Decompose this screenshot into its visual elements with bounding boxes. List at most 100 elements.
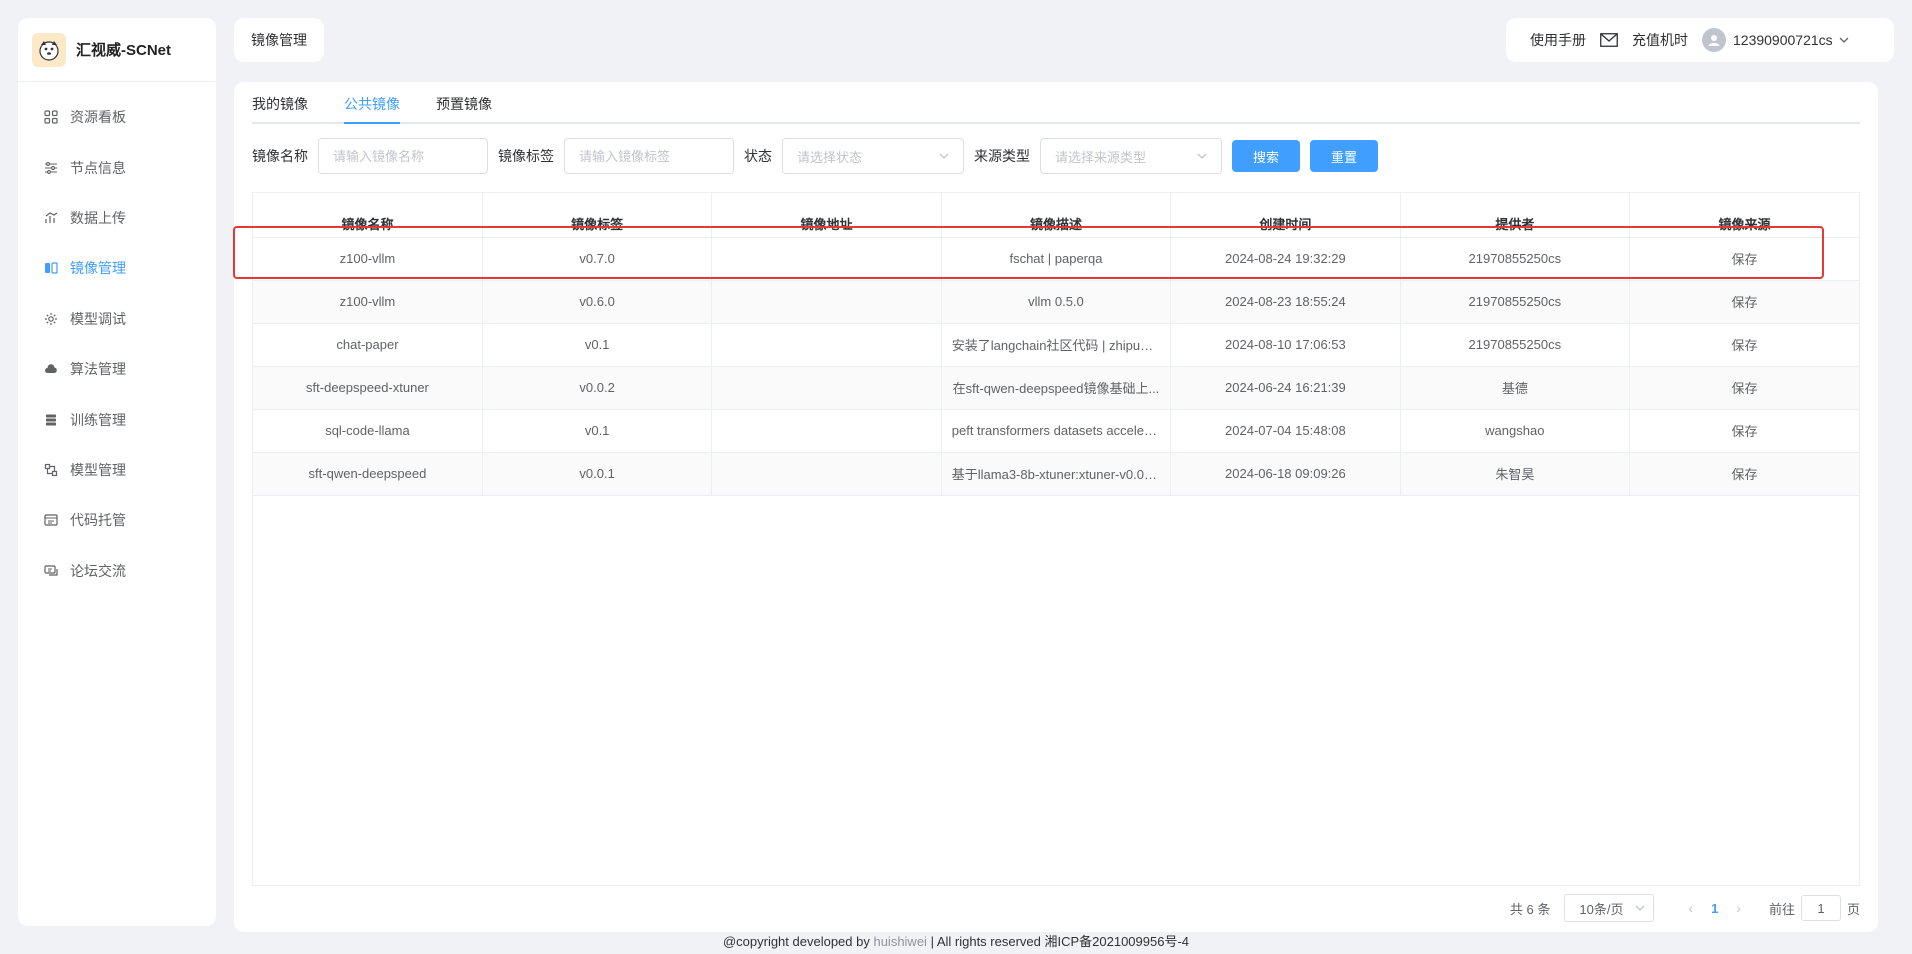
footer: @copyright developed by huishiwei | All … <box>0 932 1912 952</box>
table-cell: wangshao <box>1400 409 1631 453</box>
column-header: 镜像名称 <box>253 193 483 238</box>
goto-suffix: 页 <box>1846 901 1860 917</box>
table-cell: 21970855250cs <box>1400 237 1631 281</box>
chevron-down-icon <box>1197 153 1207 159</box>
next-page-button[interactable]: › <box>1736 900 1741 916</box>
tab-1[interactable]: 公共镜像 <box>344 94 400 124</box>
table-cell: v0.7.0 <box>482 237 713 281</box>
tab-0[interactable]: 我的镜像 <box>252 94 308 122</box>
sidebar-item-label: 代码托管 <box>70 512 126 529</box>
page-size-select[interactable]: 10条/页 <box>1564 894 1655 922</box>
image-table: 镜像名称 镜像标签 镜像地址 镜像描述 创建时间 提供者 镜像来源 z100-vllm v0.… <box>252 192 1860 886</box>
recharge-link[interactable]: 充值机时 <box>1632 30 1688 50</box>
prev-page-button[interactable]: ‹ <box>1688 900 1693 916</box>
stack-icon <box>44 413 58 427</box>
goto-page-input[interactable] <box>1800 895 1841 921</box>
sidebar-item-8[interactable]: 代码托管 <box>18 495 216 545</box>
model-icon <box>44 463 58 477</box>
status-filter-label: 状态 <box>744 148 772 164</box>
footer-suffix: | All rights reserved 湘ICP备2021009956号-4 <box>926 934 1190 949</box>
table-cell: 保存 <box>1629 280 1859 324</box>
sidebar-item-label: 算法管理 <box>70 361 126 378</box>
table-cell: v0.1 <box>482 323 713 367</box>
sidebar-item-6[interactable]: 训练管理 <box>18 394 216 444</box>
breadcrumb-label: 镜像管理 <box>251 32 307 48</box>
sidebar-item-4[interactable]: 模型调试 <box>18 294 216 344</box>
table-cell: 2024-08-23 18:55:24 <box>1170 280 1401 324</box>
sidebar-item-9[interactable]: 论坛交流 <box>18 546 216 596</box>
table-cell: v0.1 <box>482 409 713 453</box>
reset-button[interactable]: 重置 <box>1310 140 1379 172</box>
sidebar-item-3[interactable]: 镜像管理 <box>18 243 216 293</box>
avatar[interactable] <box>1702 28 1726 52</box>
table-row[interactable]: z100-vllm v0.6.0 vllm 0.5.0 2024-08-23 18:5… <box>253 280 1859 324</box>
sliders-icon <box>44 161 58 175</box>
table-cell <box>711 366 942 410</box>
sidebar-item-label: 模型调试 <box>70 310 126 327</box>
username[interactable]: 12390900721cs <box>1733 32 1833 48</box>
table-body: z100-vllm v0.7.0 fschat | paperqa 2024-08-2… <box>253 237 1859 496</box>
sidebar-item-2[interactable]: 数据上传 <box>18 193 216 243</box>
source-select[interactable]: 请选择来源类型 <box>1040 138 1222 174</box>
table-cell <box>711 452 942 496</box>
table-cell: v0.0.2 <box>482 366 713 410</box>
pagination-total: 共 6 条 <box>1509 901 1551 917</box>
sidebar: 汇视威-SCNet 资源看板节点信息数据上传 镜像管理模型调试算法管理训练管理模型… <box>18 18 216 926</box>
table-cell: vllm 0.5.0 <box>941 280 1172 324</box>
table-cell: 2024-06-18 09:09:26 <box>1170 452 1401 496</box>
mirror-icon <box>44 261 58 275</box>
breadcrumb: 镜像管理 <box>234 18 324 62</box>
sidebar-item-0[interactable]: 资源看板 <box>18 92 216 142</box>
column-header: 镜像来源 <box>1629 193 1859 238</box>
table-cell: peft transformers datasets accelerate <box>941 409 1172 453</box>
column-header: 镜像描述 <box>941 193 1172 238</box>
table-row[interactable]: z100-vllm v0.7.0 fschat | paperqa 2024-08-2… <box>253 237 1859 281</box>
user-icon <box>1708 35 1720 46</box>
filter-bar: 镜像名称 镜像标签 状态 请选择状态 来源类型 请选择来源类型 搜索 重置 <box>252 138 1860 174</box>
brand-logo-icon <box>32 32 66 67</box>
sidebar-item-label: 节点信息 <box>70 159 126 176</box>
status-select[interactable]: 请选择状态 <box>782 138 964 174</box>
mail-icon[interactable] <box>1600 33 1632 47</box>
table-cell <box>711 237 942 281</box>
table-cell: 朱智昊 <box>1400 452 1631 496</box>
search-button[interactable]: 搜索 <box>1232 140 1301 172</box>
sidebar-item-label: 训练管理 <box>70 411 126 428</box>
source-filter-label: 来源类型 <box>974 148 1030 164</box>
brand[interactable]: 汇视威-SCNet <box>18 18 216 82</box>
sidebar-item-1[interactable]: 节点信息 <box>18 142 216 192</box>
tab-2[interactable]: 预置镜像 <box>436 94 492 122</box>
gear-icon <box>44 312 58 326</box>
table-row[interactable]: sft-qwen-deepspeed v0.0.1 基于llama3-8b-xtun… <box>253 452 1859 496</box>
table-cell: sft-qwen-deepspeed <box>253 452 483 496</box>
table-row[interactable]: chat-paper v0.1 安装了langchain社区代码 | zhipuai… <box>253 323 1859 367</box>
column-header: 创建时间 <box>1170 193 1401 238</box>
chevron-down-icon[interactable] <box>1839 35 1849 45</box>
sidebar-item-label: 论坛交流 <box>70 562 126 579</box>
name-filter-input[interactable] <box>318 138 488 174</box>
table-cell: sft-deepspeed-xtuner <box>253 366 483 410</box>
table-row[interactable]: sft-deepspeed-xtuner v0.0.2 在sft-qwen-deep… <box>253 366 1859 410</box>
brand-title: 汇视威-SCNet <box>76 42 172 59</box>
pagination: 共 6 条 10条/页 ‹ 1 › 前往 页 <box>1510 894 1860 922</box>
table-cell: 2024-06-24 16:21:39 <box>1170 366 1401 410</box>
table-cell <box>711 409 942 453</box>
tag-filter-input[interactable] <box>564 138 734 174</box>
table-cell: 保存 <box>1629 366 1859 410</box>
table-cell: 保存 <box>1629 237 1859 281</box>
chevron-down-icon <box>1635 905 1645 911</box>
column-header: 提供者 <box>1400 193 1631 238</box>
page-number-1[interactable]: 1 <box>1711 901 1718 916</box>
table-cell: 保存 <box>1629 452 1859 496</box>
page-size-value: 10条/页 <box>1579 901 1624 917</box>
table-cell: 基于llama3-8b-xtuner:xtuner-v0.0.1... <box>941 452 1172 496</box>
goto-prefix: 前往 <box>1768 901 1795 917</box>
sidebar-item-7[interactable]: 模型管理 <box>18 445 216 495</box>
footer-author[interactable]: huishiwei <box>873 934 926 949</box>
manual-link[interactable]: 使用手册 <box>1530 30 1586 50</box>
grid-icon <box>44 110 58 124</box>
sidebar-item-5[interactable]: 算法管理 <box>18 344 216 394</box>
table-row[interactable]: sql-code-llama v0.1 peft transformers data… <box>253 409 1859 453</box>
sidebar-item-label: 模型管理 <box>70 461 126 478</box>
source-select-placeholder: 请选择来源类型 <box>1055 149 1147 165</box>
